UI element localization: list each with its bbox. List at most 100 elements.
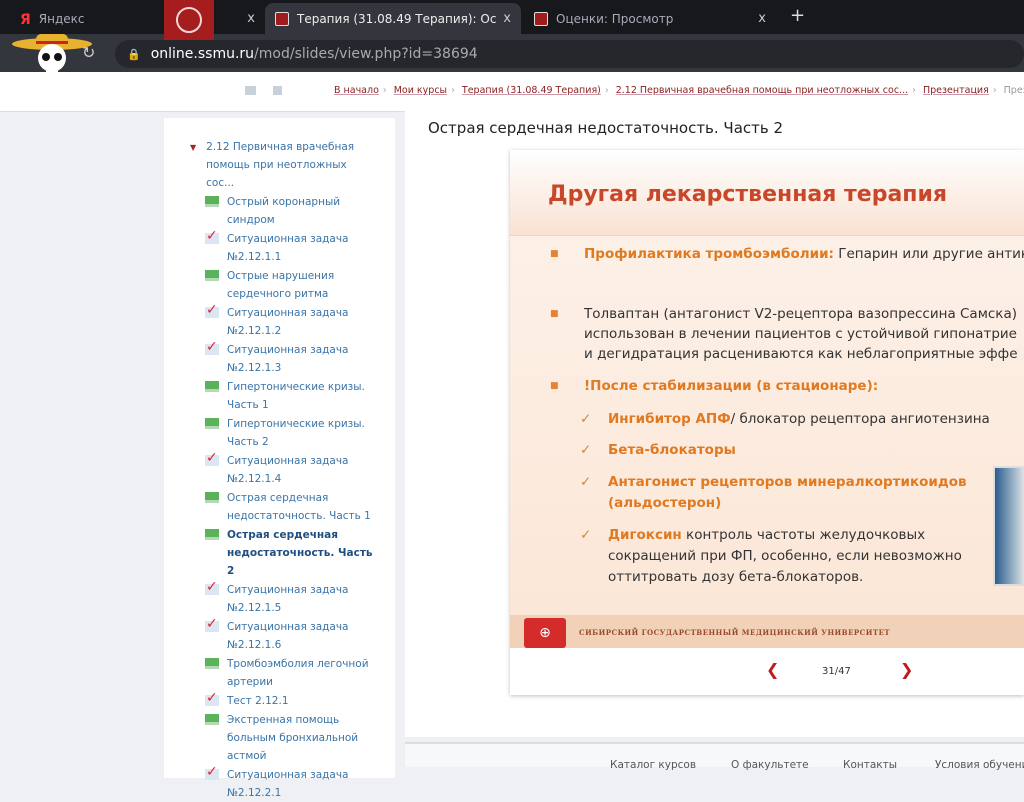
- bullet-2-line-2: использован в лечении пациентов с устойч…: [584, 326, 1017, 342]
- check-4-line-2: сокращений при ФП, особенно, если невозм…: [608, 548, 962, 564]
- breadcrumb-section[interactable]: 2.12 Первичная врачебная помощь при неот…: [616, 85, 908, 96]
- check-3-line-1: Антагонист рецепторов минералкортикоидов: [608, 474, 967, 490]
- presentation-icon: [205, 529, 219, 540]
- ssmu-icon: [275, 11, 289, 26]
- sidebar-item-label: Ситуационная задача №2.12.1.5: [227, 584, 349, 614]
- assignment-icon: [205, 763, 219, 781]
- sidebar-item[interactable]: Гипертонические кризы. Часть 2: [205, 415, 395, 451]
- tab-therapy[interactable]: Терапия (31.08.49 Терапия): Ос x: [265, 3, 521, 34]
- first-aid-kit-icon: ⊕: [524, 618, 566, 648]
- bullet-1-text: Гепарин или другие антик: [833, 246, 1024, 262]
- assignment-icon: [205, 227, 219, 245]
- sidebar-item[interactable]: Гипертонические кризы. Часть 1: [205, 378, 395, 414]
- bullet-2-line-3: и дегидратация расцениваются как неблаго…: [584, 346, 1018, 362]
- tab-label: Оценки: Просмотр: [556, 11, 674, 26]
- check-2-text: Бета-блокаторы: [608, 442, 736, 458]
- presentation-icon: [205, 381, 219, 392]
- check-icon: ✓: [580, 474, 592, 490]
- footer-link-contacts[interactable]: Контакты: [843, 759, 897, 771]
- check-1-bold: Ингибитор АПФ: [608, 411, 731, 427]
- section-label: 2.12 Первичная врачебная помощь при неот…: [206, 141, 355, 189]
- assignment-icon: [205, 301, 219, 319]
- sidebar-item[interactable]: Острый коронарный синдром: [205, 193, 395, 229]
- sidebar-item-label: Острая сердечная недостаточность. Часть …: [227, 492, 371, 522]
- sidebar-item[interactable]: Острая сердечная недостаточность. Часть …: [205, 489, 395, 525]
- new-tab-button[interactable]: +: [790, 5, 805, 26]
- page-title: Острая сердечная недостаточность. Часть …: [428, 119, 784, 137]
- breadcrumb-presentation[interactable]: Презентация: [923, 85, 989, 96]
- slide-counter: 31/47: [822, 666, 851, 677]
- bullet-1-bold: Профилактика тромбоэмболии:: [584, 246, 834, 262]
- tab-grades[interactable]: Оценки: Просмотр x: [524, 3, 776, 34]
- sidebar-item[interactable]: Ситуационная задача №2.12.1.5: [205, 578, 395, 617]
- sidebar-item[interactable]: Ситуационная задача №2.12.1.3: [205, 338, 395, 377]
- breadcrumb-my-courses[interactable]: Мои курсы: [394, 85, 447, 96]
- sidebar-item[interactable]: Ситуационная задача №2.12.1.2: [205, 301, 395, 340]
- bullet-icon: ■: [550, 381, 559, 391]
- footer-link-terms[interactable]: Условия обучени: [935, 759, 1024, 771]
- breadcrumb: В начало › Мои курсы › Терапия (31.08.49 Т…: [334, 85, 1024, 96]
- reload-icon[interactable]: ↻: [82, 43, 95, 62]
- sidebar-item-label: Ситуационная задача №2.12.1.4: [227, 455, 349, 485]
- sidebar-item-label: Ситуационная задача №2.12.1.2: [227, 307, 349, 337]
- slide-title: Другая лекарственная терапия: [548, 182, 948, 207]
- tab-label: Терапия (31.08.49 Терапия): Ос: [297, 11, 497, 26]
- university-logo[interactable]: [164, 0, 214, 40]
- sidebar-item-label: Экстренная помощь больным бронхиальной а…: [227, 714, 359, 762]
- close-tab-icon[interactable]: x: [758, 11, 766, 26]
- sidebar-item-label: Ситуационная задача №2.12.1.6: [227, 621, 349, 651]
- sidebar-item-label: Острые нарушения сердечного ритма: [227, 270, 335, 300]
- previous-slide-button[interactable]: ❮: [766, 660, 779, 679]
- presentation-icon: [205, 492, 219, 503]
- sidebar-item-label: Ситуационная задача №2.12.1.1: [227, 233, 349, 263]
- sidebar-item-label: Гипертонические кризы. Часть 2: [227, 418, 365, 448]
- sidebar-item-label: Гипертонические кризы. Часть 1: [227, 381, 365, 411]
- presentation-icon: [205, 658, 219, 669]
- expand-triangle-icon[interactable]: ▼: [190, 139, 196, 192]
- slide-viewer: Другая лекарственная терапия ■ Профилакти…: [510, 150, 1024, 695]
- site-footer: Каталог курсов О факультете Контакты Усл…: [405, 742, 1024, 771]
- lock-icon: 🔒: [127, 47, 141, 61]
- check-3-line-2: (альдостерон): [608, 495, 722, 511]
- sidebar-item-label: Ситуационная задача №2.12.1.3: [227, 344, 349, 374]
- footer-link-about[interactable]: О факультете: [731, 759, 809, 771]
- sidebar-item[interactable]: Ситуационная задача №2.12.2.1: [205, 763, 395, 802]
- breadcrumb-home[interactable]: В начало: [334, 85, 379, 96]
- section-2-12[interactable]: ▼ 2.12 Первичная врачебная помощь при нео…: [190, 138, 395, 192]
- check-icon: ✓: [580, 411, 592, 427]
- calendar-icon[interactable]: [273, 86, 282, 95]
- next-slide-button[interactable]: ❯: [900, 660, 913, 679]
- close-tab-icon[interactable]: x: [503, 11, 511, 26]
- sidebar-item[interactable]: Острые нарушения сердечного ритма: [205, 267, 395, 303]
- yandex-icon: Я: [20, 11, 31, 28]
- assignment-icon: [205, 338, 219, 356]
- bullet-3-text: !После стабилизации (в стационаре):: [584, 378, 879, 394]
- url-host: online.ssmu.ru: [150, 46, 255, 62]
- check-1-text: / блокатор рецептора ангиотензина: [730, 411, 990, 427]
- sidebar-item[interactable]: Ситуационная задача №2.12.1.4: [205, 449, 395, 488]
- presentation-icon: [205, 196, 219, 207]
- sidebar-item[interactable]: Тест 2.12.1: [205, 689, 395, 710]
- sidebar-item-label: Тромбоэмболия легочной артерии: [227, 658, 369, 688]
- bullet-icon: ■: [550, 249, 559, 259]
- tab-bar: Я Яндекс x Терапия (31.08.49 Терапия): Ос x…: [0, 0, 1024, 34]
- sidebar-item[interactable]: Экстренная помощь больным бронхиальной а…: [205, 711, 395, 765]
- sidebar-item[interactable]: Ситуационная задача №2.12.1.1: [205, 227, 395, 266]
- url-field[interactable]: 🔒 online.ssmu.ru/mod/slides/view.php?id=3…: [115, 40, 1024, 68]
- mail-icon[interactable]: [245, 86, 256, 95]
- sidebar-item-label: Тест 2.12.1: [227, 695, 289, 707]
- assignment-icon: [205, 578, 219, 596]
- sidebar-item[interactable]: Тромбоэмболия легочной артерии: [205, 655, 395, 691]
- sidebar-item-label: Острый коронарный синдром: [227, 196, 341, 226]
- sidebar-item-label: Ситуационная задача №2.12.2.1: [227, 769, 349, 799]
- check-4-line-3: оттитровать дозу бета-блокаторов.: [608, 569, 864, 585]
- breadcrumb-current: През: [1003, 85, 1024, 96]
- check-icon: ✓: [580, 527, 592, 543]
- breadcrumb-course[interactable]: Терапия (31.08.49 Терапия): [462, 85, 601, 96]
- close-tab-icon[interactable]: x: [247, 11, 255, 26]
- sidebar-item[interactable]: Ситуационная задача №2.12.1.6: [205, 615, 395, 654]
- sidebar-item[interactable]: Острая сердечная недостаточность. Часть …: [205, 526, 395, 580]
- check-icon: ✓: [580, 442, 592, 458]
- footer-link-catalog[interactable]: Каталог курсов: [610, 759, 696, 771]
- slide-image: [993, 466, 1024, 586]
